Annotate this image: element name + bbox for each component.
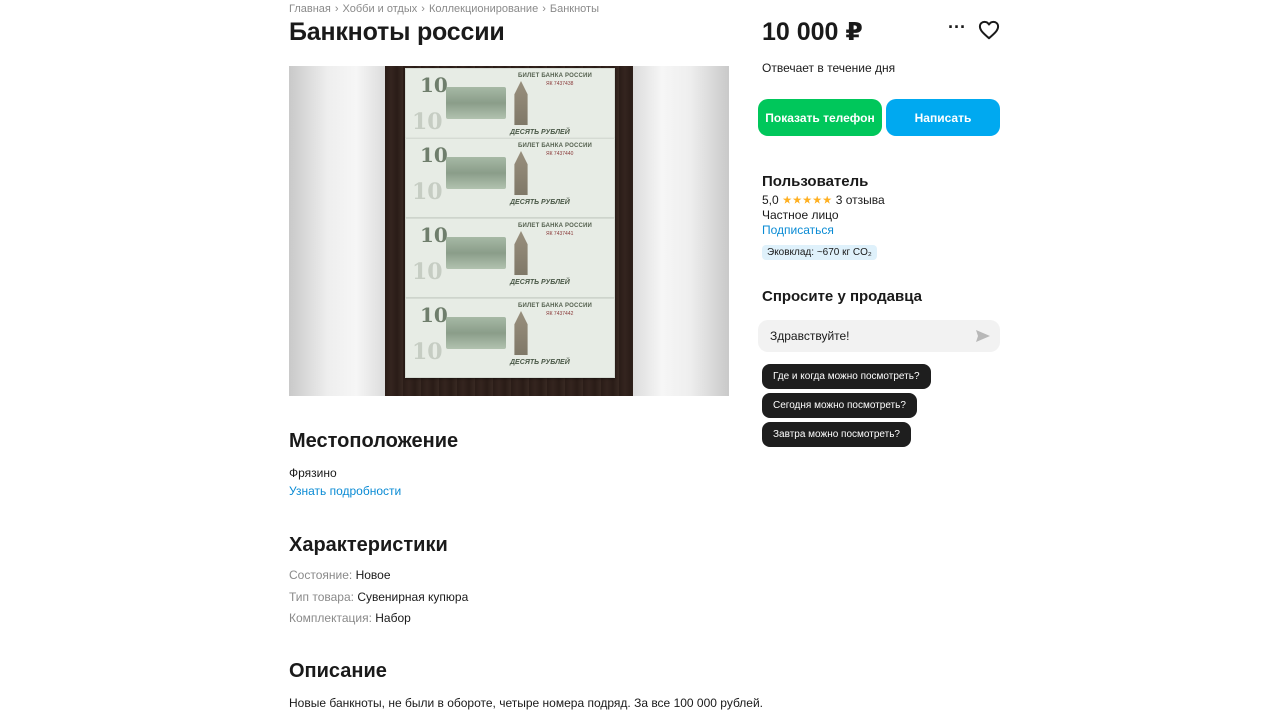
chevron-right-icon: › xyxy=(542,3,546,15)
rating-stars xyxy=(782,195,832,205)
banknote-serial: ЯК 7437442 xyxy=(546,311,574,317)
breadcrumb-home[interactable]: Главная xyxy=(289,3,331,15)
banknote-denomination: 10 xyxy=(420,73,448,97)
banknote-image: 10 10 БИЛЕТ БАНКА РОССИИ ЯК 7437440 ДЕСЯ… xyxy=(405,138,615,218)
write-message-button[interactable]: Написать xyxy=(886,99,1000,136)
banknote-image: 10 10 БИЛЕТ БАНКА РОССИИ ЯК 7437441 ДЕСЯ… xyxy=(405,218,615,298)
quick-question-chip[interactable]: Сегодня можно посмотреть? xyxy=(762,393,917,418)
banknote-bank-name: БИЛЕТ БАНКА РОССИИ xyxy=(518,73,593,79)
banknote-serial: ЯК 7437441 xyxy=(546,231,574,237)
subscribe-link[interactable]: Подписаться xyxy=(762,223,834,237)
banknote-watermark: 10 xyxy=(412,259,443,285)
star-icon xyxy=(802,195,812,204)
bridge-illustration xyxy=(446,157,506,189)
quick-question-chip[interactable]: Завтра можно посмотреть? xyxy=(762,422,911,447)
banknote-bank-name: БИЛЕТ БАНКА РОССИИ xyxy=(518,223,593,229)
characteristic-key: Комплектация: xyxy=(289,611,372,625)
star-icon xyxy=(822,195,832,204)
characteristic-value: Набор xyxy=(375,611,411,625)
banknote-label: ДЕСЯТЬ РУБЛЕЙ xyxy=(510,359,570,366)
price: 10 000 ₽ xyxy=(762,18,863,46)
banknote-denomination: 10 xyxy=(420,303,448,327)
photo-blur-left xyxy=(289,66,385,396)
description-text: Новые банкноты, не были в обороте, четыр… xyxy=(289,696,763,710)
characteristic-row: Комплектация: Набор xyxy=(289,611,411,625)
location-details-link[interactable]: Узнать подробности xyxy=(289,484,401,498)
banknote-watermark: 10 xyxy=(412,179,443,205)
banknote-image: 10 10 БИЛЕТ БАНКА РОССИИ ЯК 7437438 ДЕСЯ… xyxy=(405,68,615,148)
banknote-serial: ЯК 7437440 xyxy=(546,151,574,157)
banknote-label: ДЕСЯТЬ РУБЛЕЙ xyxy=(510,279,570,286)
seller-name[interactable]: Пользователь xyxy=(762,173,868,190)
characteristic-row: Тип товара: Сувенирная купюра xyxy=(289,590,468,604)
characteristic-key: Тип товара: xyxy=(289,590,354,604)
location-heading: Местоположение xyxy=(289,430,459,452)
reviews-link[interactable]: 3 отзыва xyxy=(836,193,885,207)
description-heading: Описание xyxy=(289,660,387,682)
banknote-denomination: 10 xyxy=(420,223,448,247)
chapel-illustration xyxy=(514,311,528,355)
message-input[interactable] xyxy=(770,329,960,343)
eco-badge[interactable]: Эковклад: ~670 кг CO₂ xyxy=(762,245,877,260)
seller-rating: 5,0 3 отзыва xyxy=(762,193,885,207)
banknote-bank-name: БИЛЕТ БАНКА РОССИИ xyxy=(518,303,593,309)
photo-gallery[interactable]: 10 10 БИЛЕТ БАНКА РОССИИ ЯК 7437438 ДЕСЯ… xyxy=(289,66,729,396)
bridge-illustration xyxy=(446,237,506,269)
banknote-bank-name: БИЛЕТ БАНКА РОССИИ xyxy=(518,143,593,149)
characteristic-value: Новое xyxy=(355,568,391,582)
ask-seller-heading: Спросите у продавца xyxy=(762,288,922,305)
characteristic-value: Сувенирная купюра xyxy=(357,590,469,604)
show-phone-button[interactable]: Показать телефон xyxy=(758,99,882,136)
star-icon xyxy=(782,195,792,204)
banknote-denomination: 10 xyxy=(420,143,448,167)
seller-type: Частное лицо xyxy=(762,208,839,222)
breadcrumb-collecting[interactable]: Коллекционирование xyxy=(429,3,538,15)
banknote-watermark: 10 xyxy=(412,109,443,135)
bridge-illustration xyxy=(446,87,506,119)
rating-value: 5,0 xyxy=(762,193,779,207)
star-icon xyxy=(812,195,822,204)
send-icon[interactable] xyxy=(976,330,990,342)
chapel-illustration xyxy=(514,81,528,125)
breadcrumb: Главная › Хобби и отдых › Коллекциониров… xyxy=(289,3,599,15)
quick-question-chip[interactable]: Где и когда можно посмотреть? xyxy=(762,364,931,389)
characteristic-row: Состояние: Новое xyxy=(289,568,391,582)
heart-icon[interactable] xyxy=(978,20,1000,40)
photo-blur-right xyxy=(633,66,729,396)
message-box[interactable] xyxy=(758,320,1000,352)
reply-time: Отвечает в течение дня xyxy=(762,61,896,75)
banknote-image: 10 10 БИЛЕТ БАНКА РОССИИ ЯК 7437442 ДЕСЯ… xyxy=(405,298,615,378)
star-icon xyxy=(792,195,802,204)
breadcrumb-hobby[interactable]: Хобби и отдых xyxy=(343,3,418,15)
banknote-serial: ЯК 7437438 xyxy=(546,81,574,87)
banknote-label: ДЕСЯТЬ РУБЛЕЙ xyxy=(510,199,570,206)
listing-photo[interactable]: 10 10 БИЛЕТ БАНКА РОССИИ ЯК 7437438 ДЕСЯ… xyxy=(385,66,633,396)
more-options-icon[interactable]: ··· xyxy=(946,18,968,38)
chapel-illustration xyxy=(514,231,528,275)
chevron-right-icon: › xyxy=(421,3,425,15)
characteristic-key: Состояние: xyxy=(289,568,353,582)
breadcrumb-banknotes[interactable]: Банкноты xyxy=(550,3,599,15)
banknote-watermark: 10 xyxy=(412,339,443,365)
bridge-illustration xyxy=(446,317,506,349)
chapel-illustration xyxy=(514,151,528,195)
location-city: Фрязино xyxy=(289,466,337,480)
characteristics-heading: Характеристики xyxy=(289,534,448,556)
page-title: Банкноты россии xyxy=(289,18,505,46)
banknote-label: ДЕСЯТЬ РУБЛЕЙ xyxy=(510,129,570,136)
chevron-right-icon: › xyxy=(334,3,339,15)
